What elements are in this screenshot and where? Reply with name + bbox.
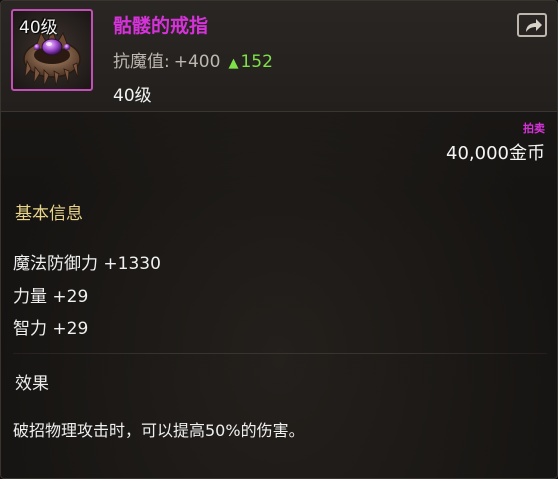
up-arrow-icon: ▲ — [228, 56, 239, 71]
item-price: 40,000金币 — [446, 143, 545, 164]
stat-bonus-value: 152 — [240, 52, 273, 72]
item-name: 骷髅的戒指 — [113, 15, 209, 37]
price-tag: 拍卖 — [523, 122, 545, 135]
basic-info-title: 基本信息 — [15, 204, 83, 224]
stat-label: 抗魔值: — [113, 52, 170, 72]
attribute-magic-defense: 魔法防御力 +1330 — [13, 254, 161, 274]
stat-value: +400 — [173, 52, 221, 72]
share-button[interactable] — [517, 13, 547, 37]
attribute-intelligence: 智力 +29 — [13, 319, 89, 339]
item-level-badge: 40级 — [19, 18, 58, 38]
resist-stat-line: 抗魔值: +400 ▲ 152 — [113, 47, 273, 72]
item-tooltip: 40级 骷髅的戒指 抗魔值: +400 ▲ 152 40级 拍卖 40,000金币 基… — [0, 0, 558, 479]
effect-title: 效果 — [15, 374, 49, 394]
item-icon-frame[interactable]: 40级 — [11, 9, 93, 91]
stat-bonus: ▲ 152 — [228, 52, 272, 72]
section-divider — [13, 353, 547, 354]
required-level: 40级 — [113, 86, 152, 106]
effect-description: 破招物理攻击时，可以提高50%的伤害。 — [13, 421, 305, 440]
share-icon — [526, 19, 542, 32]
attribute-strength: 力量 +29 — [13, 287, 89, 307]
